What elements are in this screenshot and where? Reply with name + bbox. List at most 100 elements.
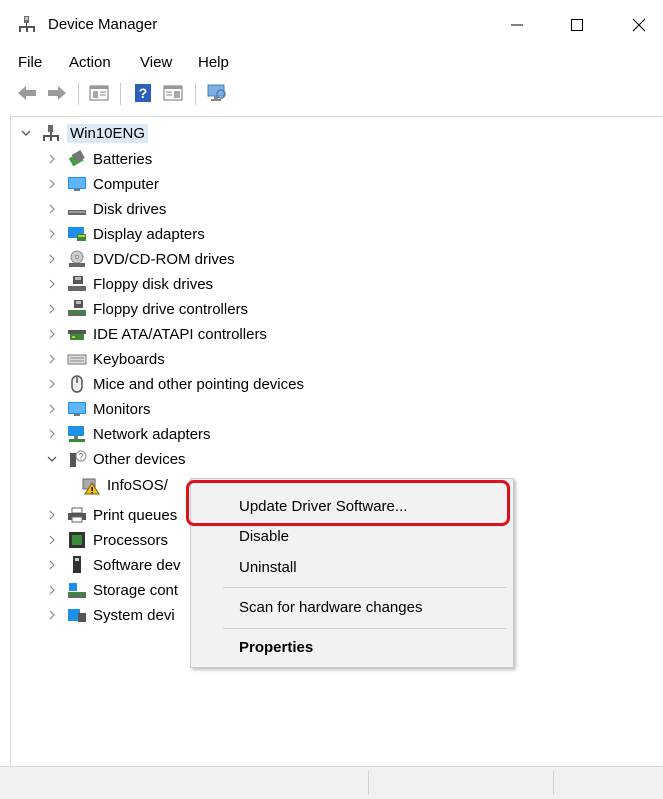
tree-item-system-devices[interactable]: System devi (45, 603, 175, 627)
tree-item-monitors[interactable]: Monitors (45, 397, 151, 421)
tree-item-other-devices[interactable]: ? Other devices (45, 447, 186, 471)
tree-item-label: Monitors (93, 400, 151, 418)
chevron-right-icon[interactable] (45, 558, 59, 572)
tree-item-label: Mice and other pointing devices (93, 375, 304, 393)
menu-file[interactable]: File (18, 54, 42, 71)
tree-item-label: DVD/CD-ROM drives (93, 250, 235, 268)
menu-item-disable[interactable]: Disable (239, 528, 289, 545)
maximize-button[interactable] (557, 10, 597, 40)
chevron-right-icon[interactable] (45, 302, 59, 316)
tree-root[interactable]: Win10ENG (19, 121, 149, 145)
tree-item-label: Keyboards (93, 350, 165, 368)
window-title: Device Manager (48, 16, 158, 33)
tree-item-label: Floppy drive controllers (93, 300, 249, 318)
chevron-right-icon[interactable] (45, 327, 59, 341)
mouse-icon (67, 374, 87, 394)
chevron-right-icon[interactable] (45, 152, 59, 166)
keyboard-icon (67, 349, 87, 369)
monitor-scan-icon[interactable] (206, 82, 228, 104)
close-icon (632, 18, 646, 32)
other-devices-icon: ? (67, 449, 87, 469)
chevron-right-icon[interactable] (45, 402, 59, 416)
forward-arrow-icon[interactable] (46, 82, 68, 104)
chevron-right-icon[interactable] (45, 508, 59, 522)
tree-item-label: Disk drives (93, 200, 167, 218)
chevron-right-icon[interactable] (45, 352, 59, 366)
chevron-right-icon[interactable] (45, 177, 59, 191)
display-adapter-icon (67, 224, 87, 244)
tree-item-label: IDE ATA/ATAPI controllers (93, 325, 267, 343)
tree-item-mice[interactable]: Mice and other pointing devices (45, 372, 304, 396)
disk-drive-icon (67, 199, 87, 219)
tree-item-label: Software dev (93, 556, 181, 574)
chevron-right-icon[interactable] (45, 377, 59, 391)
tree-item-label: Computer (93, 175, 159, 193)
chevron-right-icon[interactable] (45, 227, 59, 241)
tree-item-infosos[interactable]: InfoSOS/ (73, 473, 168, 497)
tree-item-label: System devi (93, 606, 175, 624)
chevron-down-icon[interactable] (45, 452, 59, 466)
back-arrow-icon[interactable] (16, 82, 38, 104)
tree-item-label: Display adapters (93, 225, 205, 243)
ide-controller-icon (67, 324, 87, 344)
system-devices-icon (67, 605, 87, 625)
tree-item-computer[interactable]: Computer (45, 172, 159, 196)
minimize-icon (511, 24, 523, 26)
chevron-right-icon[interactable] (45, 583, 59, 597)
storage-controller-icon (67, 580, 87, 600)
computer-network-icon (41, 123, 61, 143)
tree-item-label: Batteries (93, 150, 153, 168)
tree-item-batteries[interactable]: Batteries (45, 147, 152, 171)
chevron-down-icon[interactable] (19, 126, 33, 140)
tree-item-print-queues[interactable]: Print queues (45, 503, 177, 527)
device-manager-icon (18, 15, 36, 33)
menu-view[interactable]: View (140, 54, 172, 71)
tree-item-keyboards[interactable]: Keyboards (45, 347, 165, 371)
minimize-button[interactable] (497, 10, 537, 40)
chevron-right-icon[interactable] (45, 608, 59, 622)
tree-item-processors[interactable]: Processors (45, 528, 168, 552)
tree-item-storage-controllers[interactable]: Storage cont (45, 578, 178, 602)
show-hide-console-tree-icon[interactable] (88, 82, 110, 104)
tree-item-floppy-controllers[interactable]: Floppy drive controllers (45, 297, 248, 321)
close-button[interactable] (619, 10, 659, 40)
tree-item-label: InfoSOS/ (107, 476, 168, 494)
printer-icon (67, 505, 87, 525)
title-bar: Device Manager (0, 0, 663, 48)
battery-icon (67, 149, 87, 169)
tree-item-network-adapters[interactable]: Network adapters (45, 422, 211, 446)
properties-pane-icon[interactable] (162, 82, 184, 104)
menu-item-properties[interactable]: Properties (239, 639, 313, 656)
tree-item-label: Floppy disk drives (93, 275, 214, 293)
tree-item-floppy-disk[interactable]: Floppy disk drives (45, 272, 213, 296)
menu-help[interactable]: Help (198, 54, 229, 71)
chevron-right-icon[interactable] (45, 202, 59, 216)
menu-item-scan-hardware[interactable]: Scan for hardware changes (239, 599, 422, 616)
network-adapter-icon (67, 424, 87, 444)
chevron-right-icon[interactable] (45, 533, 59, 547)
chevron-right-icon[interactable] (45, 427, 59, 441)
tree-item-dvd-cdrom[interactable]: DVD/CD-ROM drives (45, 247, 235, 271)
tree-item-display-adapters[interactable]: Display adapters (45, 222, 205, 246)
tree-item-software-devices[interactable]: Software dev (45, 553, 181, 577)
chevron-right-icon[interactable] (45, 277, 59, 291)
status-bar (0, 766, 663, 799)
help-icon[interactable]: ? (132, 82, 154, 104)
tree-item-ide-controllers[interactable]: IDE ATA/ATAPI controllers (45, 322, 267, 346)
tree-item-label: Print queues (93, 506, 178, 524)
menu-separator (223, 587, 507, 588)
tree-item-label: Processors (93, 531, 169, 549)
floppy-icon (67, 274, 87, 294)
tree-item-label: Other devices (93, 450, 186, 468)
svg-text:?: ? (78, 452, 83, 462)
tree-root-label: Win10ENG (67, 123, 149, 143)
floppy-controller-icon (67, 299, 87, 319)
menu-item-uninstall[interactable]: Uninstall (239, 559, 297, 576)
chevron-right-icon[interactable] (45, 252, 59, 266)
toolbar: ? (0, 78, 663, 112)
tree-item-label: Storage cont (93, 581, 179, 599)
warning-device-icon (81, 475, 101, 495)
menu-action[interactable]: Action (69, 54, 111, 71)
tree-item-disk-drives[interactable]: Disk drives (45, 197, 166, 221)
menu-bar: File Action View Help (0, 48, 663, 76)
